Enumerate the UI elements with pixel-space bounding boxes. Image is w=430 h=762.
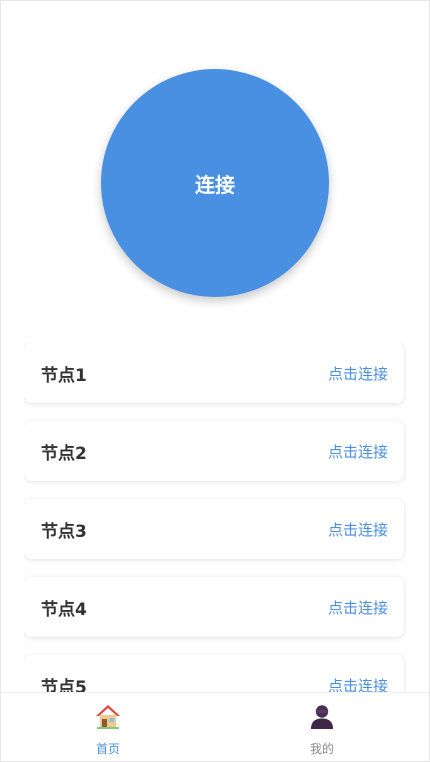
- node-name: 节点1: [41, 365, 87, 386]
- node-name: 节点4: [41, 599, 87, 620]
- node-connect-link[interactable]: 点击连接: [328, 675, 388, 694]
- node-connect-link[interactable]: 点击连接: [328, 363, 388, 384]
- node-name: 节点3: [41, 521, 87, 542]
- node-name: 节点2: [41, 443, 87, 464]
- app-screen: 连接 节点1 点击连接 节点2 点击连接 节点3 点击连接 节点4 点击连接 节…: [0, 0, 430, 762]
- bottom-tabbar: 首页 我的: [1, 692, 429, 761]
- tab-home-label: 首页: [95, 742, 120, 756]
- node-name: 节点5: [41, 677, 87, 694]
- node-connect-link[interactable]: 点击连接: [328, 519, 388, 540]
- node-list: 节点1 点击连接 节点2 点击连接 节点3 点击连接 节点4 点击连接 节点5 …: [24, 343, 406, 693]
- tab-mine[interactable]: 我的: [215, 693, 429, 761]
- tab-home[interactable]: 首页: [1, 693, 215, 761]
- connect-button[interactable]: 连接: [101, 69, 329, 297]
- node-card-2[interactable]: 节点2 点击连接: [24, 421, 404, 481]
- house-icon: [96, 705, 120, 729]
- connect-button-label: 连接: [195, 172, 235, 197]
- node-connect-link[interactable]: 点击连接: [328, 441, 388, 462]
- node-card-5[interactable]: 节点5 点击连接: [24, 655, 404, 693]
- node-card-3[interactable]: 节点3 点击连接: [24, 499, 404, 559]
- node-card-4[interactable]: 节点4 点击连接: [24, 577, 404, 637]
- user-icon: [311, 705, 333, 729]
- connect-area: 连接: [1, 69, 429, 299]
- node-connect-link[interactable]: 点击连接: [328, 597, 388, 618]
- node-card-1[interactable]: 节点1 点击连接: [24, 343, 404, 403]
- tab-mine-label: 我的: [309, 742, 334, 756]
